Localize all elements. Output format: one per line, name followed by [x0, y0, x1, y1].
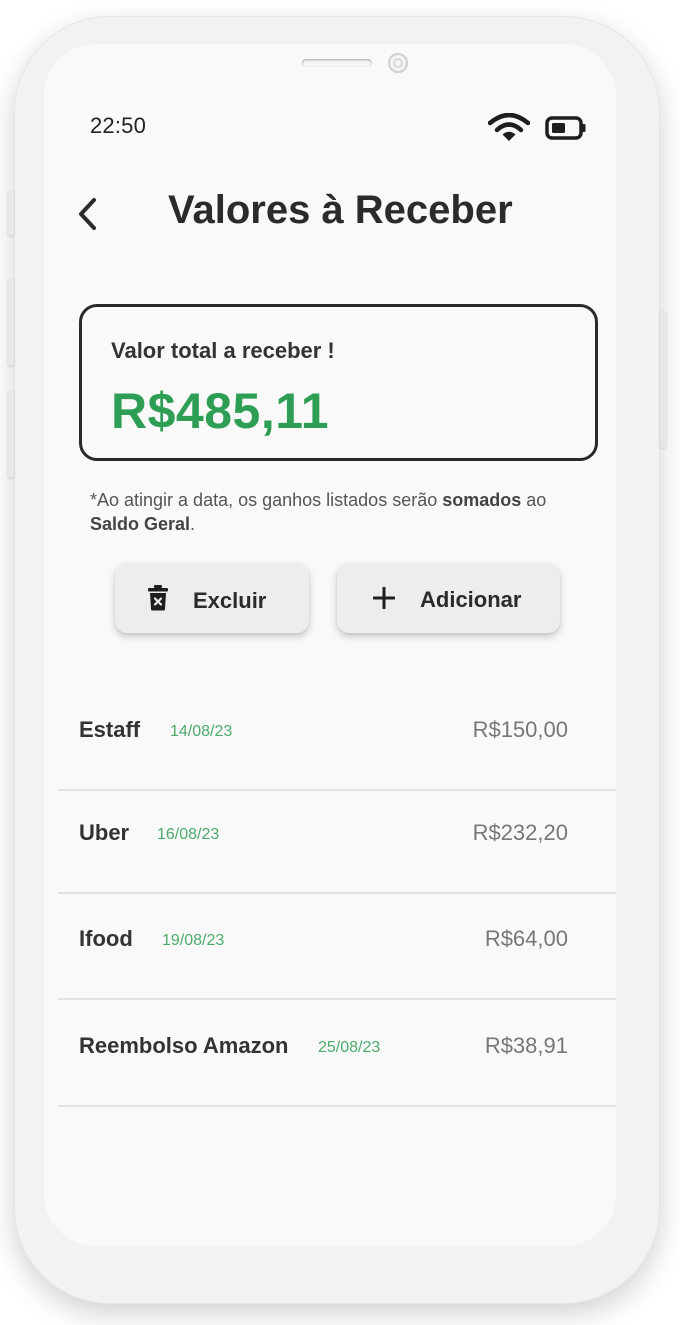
- entry-name: Ifood: [79, 926, 133, 951]
- status-time: 22:50: [90, 113, 147, 138]
- entry-amount: R$38,91: [484, 1033, 568, 1058]
- divider: [58, 892, 616, 894]
- delete-button[interactable]: Excluir: [115, 563, 309, 633]
- battery-icon: [545, 115, 587, 146]
- power-button: [660, 310, 666, 448]
- list-item[interactable]: Reembolso Amazon 25/08/23 R$38,91: [58, 1003, 616, 1107]
- note-middle: ao: [521, 490, 547, 510]
- divider: [58, 1105, 616, 1107]
- list-item[interactable]: Estaff 14/08/23 R$150,00: [58, 687, 616, 791]
- list-item[interactable]: Uber 16/08/23 R$232,20: [58, 790, 616, 894]
- mute-switch: [8, 190, 14, 236]
- entry-date: 16/08/23: [157, 826, 220, 843]
- front-camera: [388, 53, 408, 73]
- total-value: R$485,11: [111, 383, 330, 439]
- divider: [58, 998, 616, 1000]
- page-title: Valores à Receber: [168, 188, 513, 232]
- back-icon[interactable]: [74, 196, 102, 237]
- entry-name: Uber: [79, 820, 130, 845]
- entry-date: 25/08/23: [318, 1039, 381, 1056]
- delete-label: Excluir: [193, 588, 267, 613]
- entry-name: Reembolso Amazon: [79, 1033, 289, 1058]
- trash-icon: [147, 585, 169, 616]
- add-button[interactable]: Adicionar: [337, 563, 560, 633]
- entry-name: Estaff: [79, 717, 141, 742]
- note-prefix: *Ao atingir a data, os ganhos listados s…: [90, 490, 443, 510]
- entry-amount: R$64,00: [484, 926, 568, 951]
- volume-down-button: [8, 390, 14, 478]
- list-item[interactable]: Ifood 19/08/23 R$64,00: [58, 896, 616, 1000]
- wifi-icon: [487, 112, 531, 148]
- add-label: Adicionar: [420, 587, 522, 612]
- info-note: *Ao atingir a data, os ganhos listados s…: [90, 488, 580, 536]
- speaker-grille: [302, 59, 372, 67]
- volume-up-button: [8, 278, 14, 366]
- note-suffix: .: [190, 514, 196, 534]
- entry-amount: R$232,20: [472, 820, 568, 845]
- plus-icon: [372, 586, 396, 614]
- note-bold-somados: somados: [442, 490, 522, 510]
- note-bold-saldo: Saldo Geral: [90, 514, 191, 534]
- total-label: Valor total a receber !: [111, 338, 335, 363]
- entry-amount: R$150,00: [472, 717, 568, 742]
- entry-date: 19/08/23: [162, 932, 225, 949]
- entry-date: 14/08/23: [170, 723, 233, 740]
